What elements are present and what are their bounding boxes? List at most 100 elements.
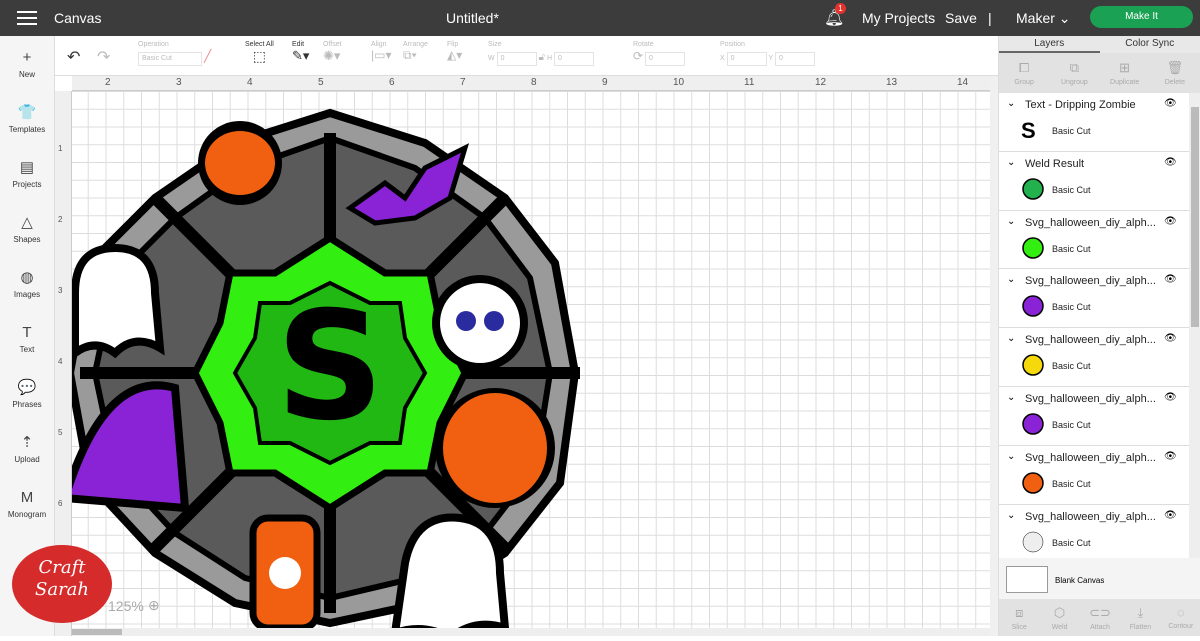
sidebar-item-label: Phrases [12,400,41,409]
eye-icon[interactable]: 👁︎ [1164,98,1177,109]
layer-item[interactable]: ⌄Text - Dripping Zombie👁︎SBasic Cut [999,93,1189,152]
chevron-down-icon[interactable]: ⌄ [1007,333,1015,344]
eye-icon[interactable]: 👁︎ [1164,451,1177,462]
action-label: Duplicate [1110,79,1139,86]
eye-icon[interactable]: 👁︎ [1164,274,1177,285]
tab-color-sync[interactable]: Color Sync [1100,36,1200,53]
app-name: Canvas [54,10,101,26]
rotate-input[interactable]: 0 [645,52,685,66]
layer-operation: Basic Cut [1052,244,1091,254]
eye-icon[interactable]: 👁︎ [1164,157,1177,168]
ruler-tick-label: 1 [58,144,62,153]
sidebar-item-phrases[interactable]: 💬 Phrases [0,366,54,421]
sidebar-item-text[interactable]: TText [0,311,54,366]
ruler-tick-label: 14 [957,77,968,88]
halloween-wreath-design[interactable]: S [72,91,990,636]
layers-scrollbar[interactable] [1189,93,1200,558]
ungroup-button[interactable]: ⧉Ungroup [1049,53,1099,93]
x-input[interactable]: 0 [727,52,767,66]
layer-item[interactable]: ⌄Svg_halloween_diy_alph...👁︎Basic Cut [999,505,1189,558]
redo-icon[interactable]: ↷ [97,47,110,67]
operation-select[interactable]: Basic Cut [138,52,202,66]
slice-button[interactable]: ⧈Slice [999,599,1039,636]
letter-s: S [276,280,384,454]
ruler-tick-label: 6 [389,77,395,88]
my-projects-link[interactable]: My Projects [862,10,935,26]
ruler-tick-label: 8 [531,77,537,88]
new-icon: + [23,49,32,66]
notification-badge: 1 [835,3,846,14]
chevron-down-icon[interactable]: ⌄ [1007,392,1015,403]
eye-icon[interactable]: 👁︎ [1164,333,1177,344]
lock-icon[interactable]: 🔓︎ [539,52,545,63]
upload-icon: ⇡ [21,433,34,451]
layer-item[interactable]: ⌄Svg_halloween_diy_alph...👁︎Basic Cut [999,211,1189,270]
layer-thumbnail: S [1021,118,1045,142]
canvas-vertical-scrollbar[interactable] [990,76,998,636]
sidebar-item-monogram[interactable]: MMonogram [0,476,54,531]
zoom-in-icon[interactable]: ⊕ [148,597,160,614]
blank-canvas-label: Blank Canvas [1055,576,1104,585]
zoom-level: 125% [108,598,144,614]
layer-item[interactable]: ⌄Svg_halloween_diy_alph...👁︎Basic Cut [999,446,1189,505]
pencil-icon[interactable]: ✎▾ [292,48,309,63]
flip-icon[interactable]: ◭▾ [447,48,462,62]
duplicate-button[interactable]: ⊞Duplicate [1100,53,1150,93]
project-title[interactable]: Untitled* [446,10,499,26]
layer-thumbnail [1021,530,1045,554]
attach-icon: ⊂⊃ [1089,605,1111,621]
chevron-down-icon[interactable]: ⌄ [1007,157,1015,168]
machine-select[interactable]: Maker ⌄ [1016,10,1071,27]
ruler-tick-label: 2 [58,215,62,224]
sidebar-item-new[interactable]: +New [0,36,54,91]
group-icon: ⧠ [1019,60,1029,76]
contour-button[interactable]: ◌Contour [1161,599,1200,636]
undo-icon[interactable]: ↶ [67,47,80,67]
design-canvas[interactable]: S [72,91,990,636]
chevron-down-icon[interactable]: ⌄ [1007,510,1015,521]
layer-item[interactable]: ⌄Svg_halloween_diy_alph...👁︎Basic Cut [999,328,1189,387]
blank-canvas-swatch[interactable] [1006,566,1048,593]
flatten-button[interactable]: ⤓Flatten [1120,599,1160,636]
height-input[interactable]: 0 [554,52,594,66]
layer-thumbnail [1021,294,1045,318]
edit-label: Edit [292,41,309,48]
delete-button[interactable]: 🗑︎Delete [1150,53,1200,93]
action-label: Slice [1012,624,1027,631]
chevron-down-icon[interactable]: ⌄ [1007,98,1015,109]
chevron-down-icon[interactable]: ⌄ [1007,274,1015,285]
pen-color-icon[interactable]: ╱ [204,49,211,63]
offset-icon[interactable]: ✺▾ [323,48,340,63]
group-button[interactable]: ⧠Group [999,53,1049,93]
y-input[interactable]: 0 [775,52,815,66]
save-button[interactable]: Save [945,10,977,26]
align-icon[interactable]: |▭▾ [371,48,391,62]
sidebar-item-projects[interactable]: ▤Projects [0,146,54,201]
sidebar-item-templates[interactable]: 👕Templates [0,91,54,146]
chevron-down-icon[interactable]: ⌄ [1007,216,1015,227]
eye-icon[interactable]: 👁︎ [1164,392,1177,403]
action-label: Contour [1168,623,1193,630]
canvas-horizontal-scrollbar[interactable] [72,628,990,636]
arrange-icon[interactable]: ⧉▾ [403,48,417,62]
tab-layers[interactable]: Layers [999,36,1100,53]
sidebar-item-images[interactable]: ◍Images [0,256,54,311]
sidebar-item-shapes[interactable]: △Shapes [0,201,54,256]
chevron-down-icon[interactable]: ⌄ [1007,451,1015,462]
layer-item[interactable]: ⌄Svg_halloween_diy_alph...👁︎Basic Cut [999,269,1189,328]
weld-button[interactable]: ⬡Weld [1039,599,1079,636]
rotate-label: Rotate [633,41,685,48]
layer-item[interactable]: ⌄Svg_halloween_diy_alph...👁︎Basic Cut [999,387,1189,446]
eye-icon[interactable]: 👁︎ [1164,510,1177,521]
select-all-icon[interactable]: ⬚ [253,48,266,64]
sidebar-item-upload[interactable]: ⇡Upload [0,421,54,476]
layer-item[interactable]: ⌄Weld Result👁︎Basic Cut [999,152,1189,211]
sidebar-item-label: Monogram [8,510,46,519]
make-it-button[interactable]: Make It [1090,6,1193,28]
eye-icon[interactable]: 👁︎ [1164,216,1177,227]
ruler-tick-label: 9 [602,77,608,88]
hamburger-icon[interactable] [17,11,37,25]
phrases-icon: 💬 [18,378,37,396]
width-input[interactable]: 0 [497,52,537,66]
attach-button[interactable]: ⊂⊃Attach [1080,599,1120,636]
